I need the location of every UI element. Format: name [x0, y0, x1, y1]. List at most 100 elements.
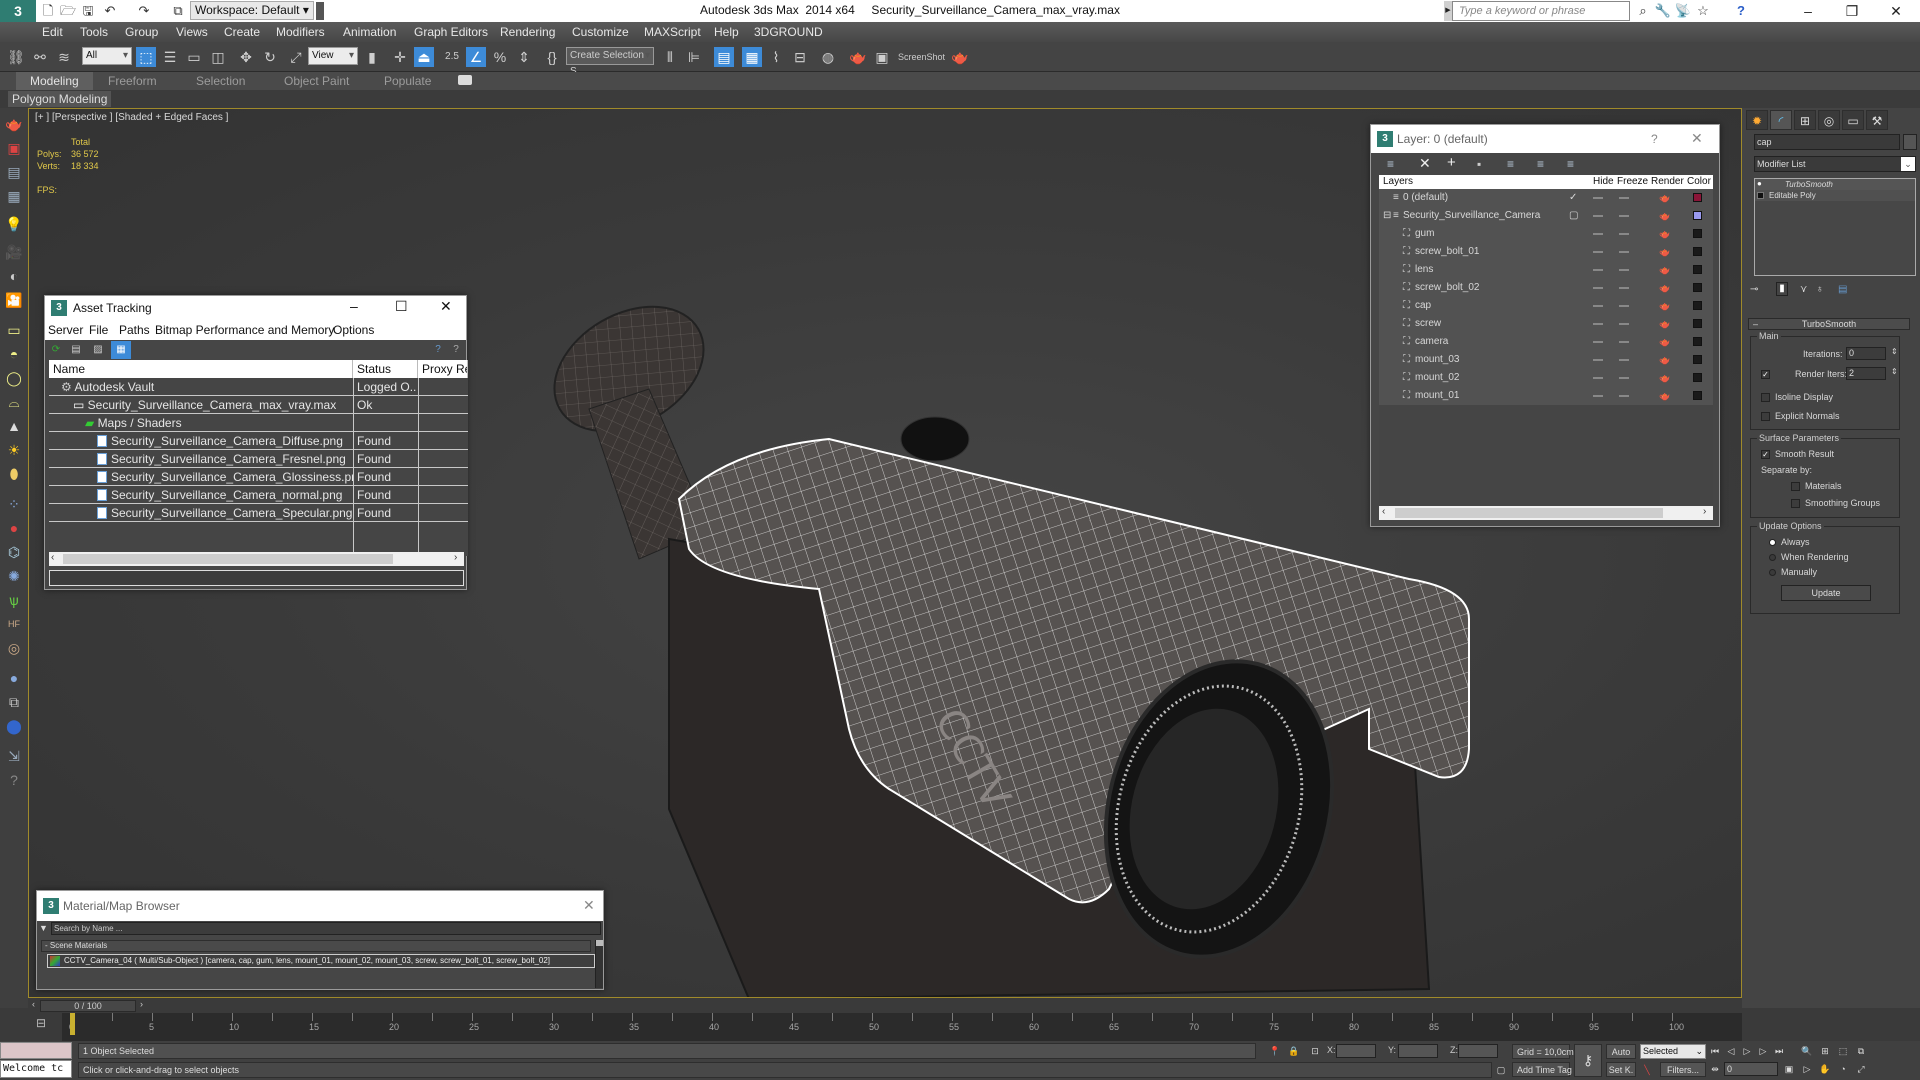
hide-toggle[interactable]	[1593, 359, 1603, 361]
scroll-left-icon[interactable]: ‹	[51, 552, 54, 563]
freeze-toggle[interactable]	[1619, 233, 1629, 235]
column-render[interactable]: Render	[1651, 175, 1684, 189]
current-layer-check-icon[interactable]: ✓	[1569, 189, 1577, 207]
key-mode-toggle-icon[interactable]: ⇹	[1708, 1062, 1722, 1076]
layer-color-swatch[interactable]	[1693, 265, 1702, 274]
render-iters-checkbox[interactable]: ✓	[1761, 370, 1770, 379]
render-teapot-icon[interactable]: 🫖	[1659, 297, 1670, 315]
collapse-icon[interactable]: ⊟	[1383, 207, 1391, 225]
layer-color-swatch[interactable]	[1693, 391, 1702, 400]
freeze-toggle[interactable]	[1619, 215, 1629, 217]
key-mode-icon[interactable]: ╲	[1640, 1063, 1654, 1077]
schematic-icon[interactable]: ⊟	[790, 47, 810, 67]
hide-toggle[interactable]	[1593, 305, 1603, 307]
sun-icon[interactable]: ☀	[4, 440, 24, 460]
layer-row[interactable]: ⛶ mount_02 🫖	[1379, 369, 1713, 387]
configure-sets-icon[interactable]: ▤	[1838, 284, 1847, 295]
dome-icon[interactable]: ◓	[4, 344, 24, 364]
scroll-left-icon[interactable]: ‹	[1382, 506, 1385, 517]
camera-icon[interactable]: 🎥	[4, 242, 24, 262]
menu-views[interactable]: Views	[176, 25, 208, 39]
menu-file[interactable]: File	[89, 323, 108, 337]
update-button[interactable]: Update	[1781, 585, 1871, 601]
teapot-icon[interactable]: ⌓	[4, 392, 24, 412]
menu-customize[interactable]: Customize	[572, 25, 629, 39]
menu-group[interactable]: Group	[125, 25, 158, 39]
favorites-star-icon[interactable]: ☆	[1694, 2, 1712, 20]
search-expand-icon[interactable]: ▶	[1444, 1, 1452, 21]
open-file-icon[interactable]: 🗁	[60, 3, 76, 19]
layer-row[interactable]: ⛶ screw_bolt_02 🫖	[1379, 279, 1713, 297]
render-teapot-icon[interactable]: 🫖	[1659, 333, 1670, 351]
select-region-icon[interactable]: ⬤	[4, 716, 24, 736]
layer-row[interactable]: ⛶ camera 🫖	[1379, 333, 1713, 351]
create-tab-icon[interactable]: ✹	[1746, 110, 1768, 130]
material-item[interactable]: CCTV_Camera_04 ( Multi/Sub-Object ) [cam…	[47, 954, 595, 968]
selection-filter-dropdown[interactable]: All	[82, 47, 132, 65]
workspace-dropdown[interactable]: Workspace: Default ▾	[190, 1, 314, 20]
layer-color-swatch[interactable]	[1693, 283, 1702, 292]
light-bulb-icon[interactable]: ●	[1757, 179, 1765, 190]
hide-toggle[interactable]	[1593, 233, 1603, 235]
search-by-name-input[interactable]: Search by Name ...	[51, 922, 601, 935]
material-list-scrollbar[interactable]	[595, 940, 603, 988]
pin-stack-icon[interactable]: ⊸	[1750, 284, 1758, 295]
set-key-icon[interactable]: ⚷	[1574, 1044, 1602, 1077]
render-teapot-icon[interactable]: 🫖	[1659, 243, 1670, 261]
key-filters-button[interactable]: Filters...	[1660, 1062, 1706, 1077]
layer-color-swatch[interactable]	[1693, 211, 1702, 220]
maximize-viewport-icon[interactable]: ⤢	[1854, 1062, 1868, 1076]
helper-icon[interactable]: ⌬	[4, 542, 24, 562]
close-button[interactable]: ✕	[1874, 0, 1918, 22]
menu-animation[interactable]: Animation	[343, 25, 396, 39]
layer-row[interactable]: ⛶ mount_03 🫖	[1379, 351, 1713, 369]
render-teapot-icon[interactable]: 🫖	[1659, 279, 1670, 297]
compound-icon[interactable]: ●	[4, 518, 24, 538]
infocenter-search-input[interactable]: Type a keyword or phrase	[1452, 1, 1630, 21]
ribbon-options-icon[interactable]	[458, 75, 472, 85]
layer-row[interactable]: ⛶ mount_01 🫖	[1379, 387, 1713, 405]
layer-color-swatch[interactable]	[1693, 301, 1702, 310]
render-setup-icon[interactable]: 🫖	[848, 47, 868, 67]
render-teapot-icon[interactable]: 🫖	[1659, 369, 1670, 387]
add-time-tag-button[interactable]: Add Time Tag	[1512, 1062, 1572, 1077]
maximize-icon[interactable]: ☐	[395, 298, 408, 315]
mirror-icon[interactable]: ⫴	[660, 47, 680, 67]
freeze-toggle[interactable]	[1619, 251, 1629, 253]
render-iters-spinner[interactable]: 2	[1846, 367, 1886, 380]
asset-path-field[interactable]	[49, 570, 464, 586]
hide-toggle[interactable]	[1593, 287, 1603, 289]
iterations-spinner[interactable]: 0	[1846, 347, 1886, 360]
select-by-name-icon[interactable]: ☰	[160, 47, 180, 67]
layer-window-titlebar[interactable]: 3 Layer: 0 (default) ? ✕	[1371, 125, 1719, 153]
explicit-normals-checkbox[interactable]	[1761, 412, 1770, 421]
hide-all-icon[interactable]: ≡	[1537, 157, 1544, 171]
layer-color-swatch[interactable]	[1693, 337, 1702, 346]
render-teapot-icon[interactable]: 🫖	[1659, 261, 1670, 279]
table-icon[interactable]: ▦	[4, 186, 24, 206]
hide-toggle[interactable]	[1593, 395, 1603, 397]
render-teapot-icon[interactable]: 🫖	[1659, 387, 1670, 405]
set-current-layer-icon[interactable]: ▢	[1569, 207, 1578, 225]
next-frame-icon[interactable]: ›	[140, 999, 143, 1009]
play-icon[interactable]: ▷	[1740, 1044, 1754, 1058]
selection-lock-icon[interactable]: 🔒	[1287, 1044, 1301, 1058]
hide-toggle[interactable]	[1593, 323, 1603, 325]
zoom-extents-all-icon[interactable]: ⧉	[1854, 1044, 1868, 1058]
select-objects-icon[interactable]: ▪	[1477, 157, 1481, 171]
render-teapot-icon[interactable]: 🫖	[1659, 225, 1670, 243]
asset-row[interactable]: ⚙ Autodesk Vault Logged O...	[49, 378, 468, 396]
freeze-toggle[interactable]	[1619, 377, 1629, 379]
menu-help[interactable]: Help	[714, 25, 739, 39]
scene-explorer-icon[interactable]: ▤	[4, 162, 24, 182]
column-header-proxy[interactable]: Proxy Res	[418, 360, 468, 378]
app-logo-icon[interactable]: 3	[0, 0, 36, 22]
layer-color-swatch[interactable]	[1693, 319, 1702, 328]
minimize-button[interactable]: –	[1786, 0, 1830, 22]
radio-always[interactable]	[1769, 539, 1776, 546]
layer-manager-icon[interactable]: ▤	[714, 47, 734, 67]
hide-toggle[interactable]	[1593, 251, 1603, 253]
time-slider[interactable]: ‹ 0 / 100 ›	[32, 999, 1742, 1012]
menu-server[interactable]: Server	[48, 323, 83, 337]
particle-icon[interactable]: ⁘	[4, 494, 24, 514]
